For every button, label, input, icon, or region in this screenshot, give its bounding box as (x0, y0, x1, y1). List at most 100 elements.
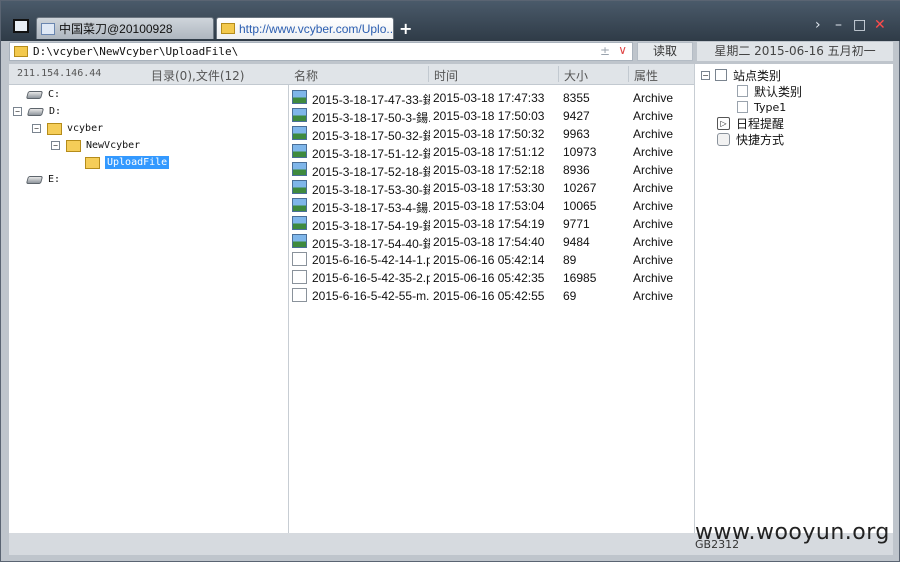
folder-icon (14, 46, 28, 57)
default-category-node[interactable]: 默认类别 (737, 83, 802, 99)
file-attr: Archive (633, 217, 674, 231)
collapse-icon[interactable]: − (51, 141, 60, 150)
date-info: 星期二 2015-06-16 五月初一 (697, 42, 893, 61)
folder-icon (47, 122, 62, 135)
drive-icon (26, 107, 45, 116)
image-file-icon (292, 126, 307, 140)
file-attr: Archive (633, 91, 674, 105)
maximize-icon[interactable]: □ (853, 15, 866, 35)
file-row[interactable]: 2015-3-18-17-54-40-鍚...2015-03-18 17:54:… (289, 232, 694, 251)
shortcut-label: 快捷方式 (736, 132, 785, 147)
add-tab-icon[interactable]: + (399, 19, 412, 38)
file-size: 10973 (563, 145, 597, 159)
file-row[interactable]: 2015-3-18-17-47-33-鍚...2015-03-18 17:47:… (289, 88, 694, 107)
app-window: 中国菜刀@20100928 http://www.vcyber.com/Uplo… (0, 0, 900, 562)
file-time: 2015-03-18 17:53:30 (433, 181, 545, 195)
file-size: 89 (563, 253, 577, 267)
tree-node-vcyber[interactable]: − vcyber (32, 120, 103, 137)
file-size: 16985 (563, 271, 597, 285)
folder-icon (221, 23, 235, 34)
type1-node[interactable]: Type1 (737, 99, 786, 115)
file-size: 8936 (563, 163, 590, 177)
file-time: 2015-03-18 17:50:03 (433, 109, 545, 123)
file-size: 9771 (563, 217, 590, 231)
file-row[interactable]: 2015-3-18-17-53-4-鍚... 2015-03-18 17:53:0… (289, 196, 694, 215)
side-pane: − 站点类别 默认类别 Type1 ▷ 日程提醒 快捷方式 (694, 64, 893, 533)
file-name: 2015-6-16-5-42-35-2.p... (312, 271, 430, 285)
file-row[interactable]: 2015-6-16-5-42-35-2.p... 2015-06-16 05:42… (289, 268, 694, 286)
left-pane-header: 211.154.146.44 目录(0),文件(12) (9, 64, 289, 85)
file-row[interactable]: 2015-6-16-5-42-14-1.php2015-06-16 05:42:… (289, 250, 694, 268)
file-row[interactable]: 2015-3-18-17-50-3-鍚... 2015-03-18 17:50:0… (289, 106, 694, 125)
column-name[interactable]: 名称 (294, 67, 318, 84)
file-attr: Archive (633, 145, 674, 159)
file-time: 2015-03-18 17:54:40 (433, 235, 545, 249)
tree-node-c[interactable]: C: (25, 86, 60, 103)
directory-tree: C: − D: − vcyber − NewVcyber UploadFile … (9, 85, 289, 533)
chevron-right-icon[interactable]: › (815, 15, 821, 35)
address-bar[interactable]: D:\vcyber\NewVcyber\UploadFile\ ± ∨ (9, 42, 633, 61)
chevron-down-icon[interactable]: ∨ (618, 43, 627, 57)
checkbox-icon[interactable] (715, 69, 727, 81)
tab-site-list[interactable]: 中国菜刀@20100928 (36, 17, 214, 39)
address-input[interactable]: D:\vcyber\NewVcyber\UploadFile\ (33, 45, 238, 58)
column-divider[interactable] (558, 66, 559, 82)
collapse-icon[interactable]: − (32, 124, 41, 133)
column-divider[interactable] (628, 66, 629, 82)
column-divider[interactable] (428, 66, 429, 82)
file-row[interactable]: 2015-6-16-5-42-55-m.a...2015-06-16 05:42… (289, 286, 694, 304)
file-attr: Archive (633, 181, 674, 195)
tab-bar: 中国菜刀@20100928 http://www.vcyber.com/Uplo… (1, 1, 900, 41)
file-time: 2015-03-18 17:52:18 (433, 163, 545, 177)
file-row[interactable]: 2015-3-18-17-52-18-鍚...2015-03-18 17:52:… (289, 160, 694, 179)
file-size: 9484 (563, 235, 590, 249)
drive-icon (25, 90, 44, 99)
file-attr: Archive (633, 253, 674, 267)
file-attr: Archive (633, 127, 674, 141)
file-row[interactable]: 2015-3-18-17-50-32-鍚...2015-03-18 17:50:… (289, 124, 694, 143)
image-file-icon (292, 234, 307, 248)
collapse-icon[interactable]: − (701, 70, 710, 80)
clock-icon: ▷ (717, 116, 730, 130)
file-time: 2015-06-16 05:42:35 (433, 271, 545, 285)
file-row[interactable]: 2015-3-18-17-51-12-鍚...2015-03-18 17:51:… (289, 142, 694, 161)
address-plus-minus-icon[interactable]: ± (600, 44, 610, 58)
tree-node-e[interactable]: E: (25, 171, 60, 188)
tree-node-uploadfile[interactable]: UploadFile (85, 154, 170, 171)
minimize-icon[interactable]: – (835, 15, 842, 35)
page-icon (737, 85, 748, 97)
site-category-node[interactable]: − 站点类别 (701, 67, 781, 83)
file-time: 2015-06-16 05:42:14 (433, 253, 545, 267)
file-attr: Archive (633, 163, 674, 177)
file-attr: Archive (633, 109, 674, 123)
image-file-icon (292, 216, 307, 230)
file-time: 2015-03-18 17:51:12 (433, 145, 545, 159)
folder-open-icon (85, 156, 100, 169)
file-attr: Archive (633, 289, 674, 303)
column-attr[interactable]: 属性 (634, 67, 658, 84)
close-icon[interactable]: ✕ (874, 15, 886, 35)
file-row[interactable]: 2015-3-18-17-54-19-鍚...2015-03-18 17:54:… (289, 214, 694, 233)
file-size: 69 (563, 289, 577, 303)
tree-node-newvcyber[interactable]: − NewVcyber (51, 137, 140, 154)
image-file-icon (292, 144, 307, 158)
shortcut-node[interactable]: 快捷方式 (717, 131, 784, 147)
tab-label: 中国菜刀@20100928 (59, 22, 173, 36)
hand-icon (717, 132, 730, 146)
schedule-node[interactable]: ▷ 日程提醒 (717, 115, 784, 131)
image-file-icon (292, 108, 307, 122)
file-row[interactable]: 2015-3-18-17-53-30-鍚...2015-03-18 17:53:… (289, 178, 694, 197)
file-time: 2015-03-18 17:50:32 (433, 127, 545, 141)
file-size: 8355 (563, 91, 590, 105)
tab-file-manager[interactable]: http://www.vcyber.com/Uplo... (216, 17, 394, 39)
collapse-icon[interactable]: − (13, 107, 22, 116)
column-size[interactable]: 大小 (564, 67, 588, 84)
column-time[interactable]: 时间 (434, 67, 458, 84)
image-file-icon (292, 90, 307, 104)
file-list-header: 名称 时间 大小 属性 (289, 64, 694, 85)
app-menu-icon[interactable] (13, 19, 29, 33)
read-button[interactable]: 读取 (637, 42, 693, 61)
page-icon (737, 101, 748, 113)
tree-node-d[interactable]: − D: (13, 103, 61, 120)
file-icon (292, 288, 307, 302)
